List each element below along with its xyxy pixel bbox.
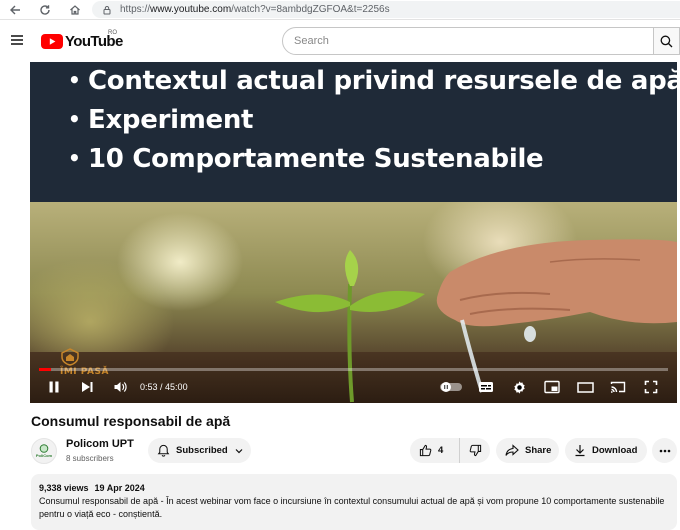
search-icon bbox=[660, 35, 673, 47]
share-button[interactable]: Share bbox=[496, 438, 559, 463]
page-info-icon bbox=[103, 5, 111, 14]
address-bar[interactable]: https://www.youtube.com/watch?v=8ambdgZG… bbox=[92, 1, 680, 18]
description-box[interactable]: 9,338 views 19 Apr 2024 Consumul responsa… bbox=[31, 474, 677, 530]
publish-date: 19 Apr 2024 bbox=[94, 483, 145, 493]
browser-toolbar: https://www.youtube.com/watch?v=8ambdgZG… bbox=[0, 0, 680, 20]
slide-bullet: • Contextul actual privind resursele de a… bbox=[68, 62, 677, 100]
mute-button[interactable] bbox=[110, 377, 130, 397]
subtitles-icon bbox=[479, 382, 493, 392]
theater-mode-icon bbox=[576, 381, 594, 393]
slide-header: • Contextul actual privind resursele de a… bbox=[30, 62, 677, 202]
youtube-header: YouTube RO Search bbox=[0, 20, 680, 62]
settings-button[interactable] bbox=[509, 377, 529, 397]
slide-bullet-list: • Contextul actual privind resursele de a… bbox=[68, 62, 677, 178]
download-button[interactable]: Download bbox=[565, 438, 647, 463]
search-input[interactable]: Search bbox=[282, 27, 654, 55]
subscribed-label: Subscribed bbox=[176, 445, 228, 456]
slide-bullet: • Experiment bbox=[68, 105, 254, 135]
back-button[interactable] bbox=[4, 1, 26, 19]
description-meta: 9,338 views 19 Apr 2024 bbox=[39, 483, 669, 493]
gear-icon bbox=[513, 380, 525, 394]
reload-icon bbox=[40, 4, 50, 15]
miniplayer-button[interactable] bbox=[542, 377, 562, 397]
fullscreen-icon bbox=[644, 380, 658, 394]
autoplay-toggle[interactable] bbox=[438, 377, 464, 397]
shield-logo-icon bbox=[61, 348, 79, 366]
region-code: RO bbox=[108, 30, 117, 36]
avatar-label: PoliCom bbox=[35, 453, 53, 458]
fullscreen-button[interactable] bbox=[641, 377, 661, 397]
slide-bullet: • 10 Comportamente Sustenabile bbox=[68, 144, 544, 174]
url-text: https://www.youtube.com/watch?v=8ambdgZG… bbox=[120, 4, 390, 15]
skip-next-icon bbox=[82, 382, 93, 392]
subtitles-button[interactable] bbox=[476, 377, 496, 397]
youtube-play-logo-icon bbox=[41, 34, 63, 49]
share-arrow-icon bbox=[505, 444, 519, 456]
chevron-down-icon bbox=[235, 448, 243, 453]
like-button[interactable]: 4 bbox=[410, 438, 460, 463]
search-button[interactable] bbox=[654, 27, 680, 55]
time-total: 45:00 bbox=[165, 382, 188, 392]
subscribed-button[interactable]: Subscribed bbox=[148, 438, 251, 463]
player-controls: 0:53 / 45:00 bbox=[30, 371, 677, 403]
time-current: 0:53 bbox=[140, 382, 158, 392]
autoplay-toggle-icon bbox=[440, 382, 462, 392]
share-label: Share bbox=[525, 445, 552, 456]
bell-icon bbox=[157, 444, 170, 457]
more-horizontal-icon bbox=[659, 449, 670, 452]
reload-button[interactable] bbox=[34, 1, 56, 19]
miniplayer-icon bbox=[544, 380, 560, 394]
time-display: 0:53 / 45:00 bbox=[140, 382, 188, 392]
home-button[interactable] bbox=[64, 1, 86, 19]
video-player[interactable]: • Contextul actual privind resursele de a… bbox=[30, 62, 677, 403]
arrow-left-icon bbox=[10, 5, 20, 14]
thumbs-down-icon bbox=[469, 444, 481, 457]
guide-menu-button[interactable] bbox=[9, 32, 25, 48]
dislike-button[interactable] bbox=[460, 438, 490, 463]
view-count: 9,338 views bbox=[39, 483, 89, 493]
hamburger-menu-icon bbox=[11, 35, 23, 45]
download-icon bbox=[575, 445, 585, 457]
subscriber-count: 8 subscribers bbox=[66, 454, 114, 463]
volume-icon bbox=[114, 382, 127, 392]
slide-bullet-text: Contextul actual privind resursele de ap… bbox=[88, 66, 677, 96]
url-prefix: https:// bbox=[120, 4, 151, 15]
pause-icon bbox=[49, 381, 59, 393]
channel-name[interactable]: Policom UPT bbox=[66, 438, 134, 450]
cast-button[interactable] bbox=[608, 377, 628, 397]
like-count: 4 bbox=[438, 445, 444, 456]
like-dislike-group: 4 bbox=[410, 438, 490, 463]
theater-mode-button[interactable] bbox=[575, 377, 595, 397]
channel-logo-icon bbox=[39, 444, 49, 453]
channel-avatar[interactable]: PoliCom bbox=[31, 438, 57, 464]
cast-icon bbox=[610, 381, 626, 393]
download-label: Download bbox=[592, 445, 638, 456]
url-host: www.youtube.com bbox=[150, 4, 232, 15]
description-text: Consumul responsabil de apă - În acest w… bbox=[39, 496, 665, 519]
slide-bullet-text: 10 Comportamente Sustenabile bbox=[88, 144, 544, 174]
slide-bullet-text: Experiment bbox=[88, 105, 254, 135]
home-icon bbox=[70, 4, 80, 15]
pause-button[interactable] bbox=[44, 377, 64, 397]
video-title: Consumul responsabil de apă bbox=[31, 413, 231, 429]
search-placeholder: Search bbox=[294, 35, 329, 47]
thumbs-up-icon bbox=[419, 444, 432, 457]
url-path: /watch?v=8ambdgZGFOA&t=2256s bbox=[231, 4, 390, 15]
next-button[interactable] bbox=[77, 377, 97, 397]
more-actions-button[interactable] bbox=[652, 438, 677, 463]
